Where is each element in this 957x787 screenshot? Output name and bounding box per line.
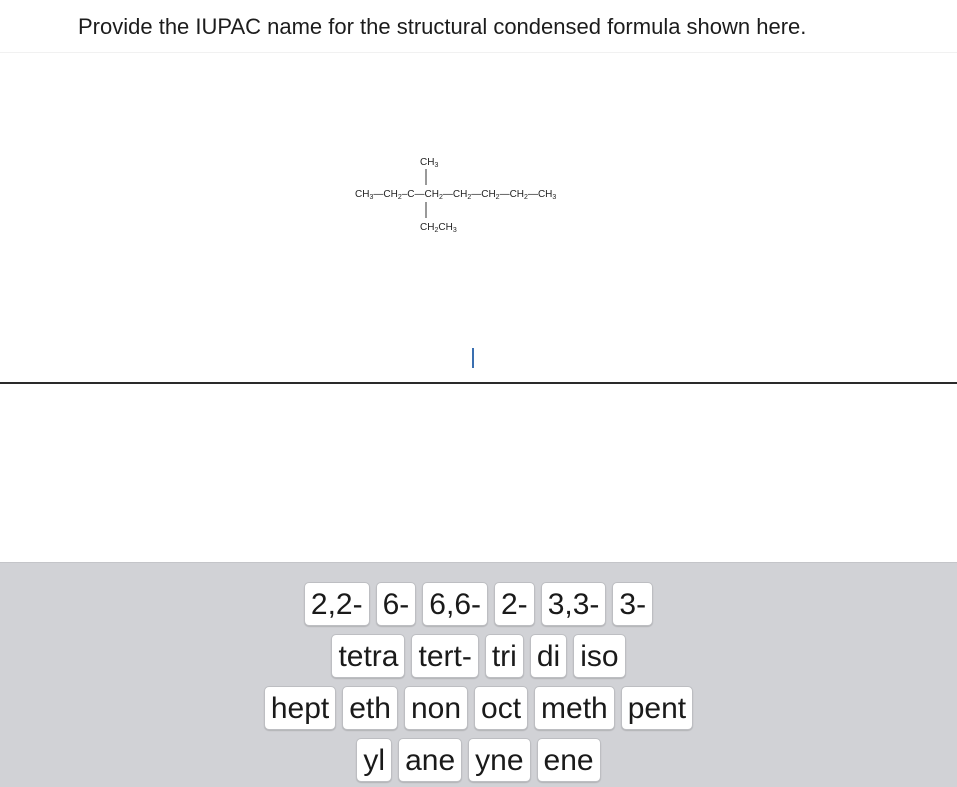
tile-3-3[interactable]: 3,3- bbox=[540, 582, 607, 626]
tile-pent[interactable]: pent bbox=[620, 686, 694, 730]
tile-row-4: yl ane yne ene bbox=[0, 738, 957, 782]
condensed-formula-figure: CH3 CH3—CH2–C—CH2—CH2—CH2—CH2—CH3 CH2CH3 bbox=[355, 157, 556, 234]
tile-row-2: tetra tert- tri di iso bbox=[0, 634, 957, 678]
question-header: Provide the IUPAC name for the structura… bbox=[0, 0, 957, 53]
answer-field[interactable] bbox=[0, 330, 957, 385]
tile-ane[interactable]: ane bbox=[398, 738, 463, 782]
tile-row-1: 2,2- 6- 6,6- 2- 3,3- 3- bbox=[0, 582, 957, 626]
tile-tetra[interactable]: tetra bbox=[331, 634, 406, 678]
top-substituent: CH3 bbox=[420, 157, 438, 169]
tile-non[interactable]: non bbox=[403, 686, 469, 730]
text-caret bbox=[472, 348, 474, 368]
tile-hept[interactable]: hept bbox=[263, 686, 337, 730]
answer-underline bbox=[0, 382, 957, 384]
tile-di[interactable]: di bbox=[529, 634, 568, 678]
tile-tri[interactable]: tri bbox=[484, 634, 524, 678]
tile-yl[interactable]: yl bbox=[356, 738, 393, 782]
tile-oct[interactable]: oct bbox=[474, 686, 529, 730]
tile-6[interactable]: 6- bbox=[375, 582, 417, 626]
main-chain: CH3—CH2–C—CH2—CH2—CH2—CH2—CH3 bbox=[355, 189, 556, 201]
tile-3[interactable]: 3- bbox=[612, 582, 654, 626]
tile-2-2[interactable]: 2,2- bbox=[303, 582, 370, 626]
tile-2[interactable]: 2- bbox=[494, 582, 535, 626]
tile-tray: 2,2- 6- 6,6- 2- 3,3- 3- tetra tert- tri … bbox=[0, 562, 957, 787]
page: Provide the IUPAC name for the structura… bbox=[0, 0, 957, 787]
tile-meth[interactable]: meth bbox=[534, 686, 615, 730]
tile-6-6[interactable]: 6,6- bbox=[422, 582, 488, 626]
question-text: Provide the IUPAC name for the structura… bbox=[78, 14, 807, 39]
bottom-substituent: CH2CH3 bbox=[420, 222, 457, 234]
tile-row-3: hept eth non oct meth pent bbox=[0, 686, 957, 730]
tile-iso[interactable]: iso bbox=[573, 634, 626, 678]
tile-yne[interactable]: yne bbox=[468, 738, 531, 782]
tile-ene[interactable]: ene bbox=[536, 738, 601, 782]
tile-tert[interactable]: tert- bbox=[411, 634, 479, 678]
tile-eth[interactable]: eth bbox=[342, 686, 398, 730]
